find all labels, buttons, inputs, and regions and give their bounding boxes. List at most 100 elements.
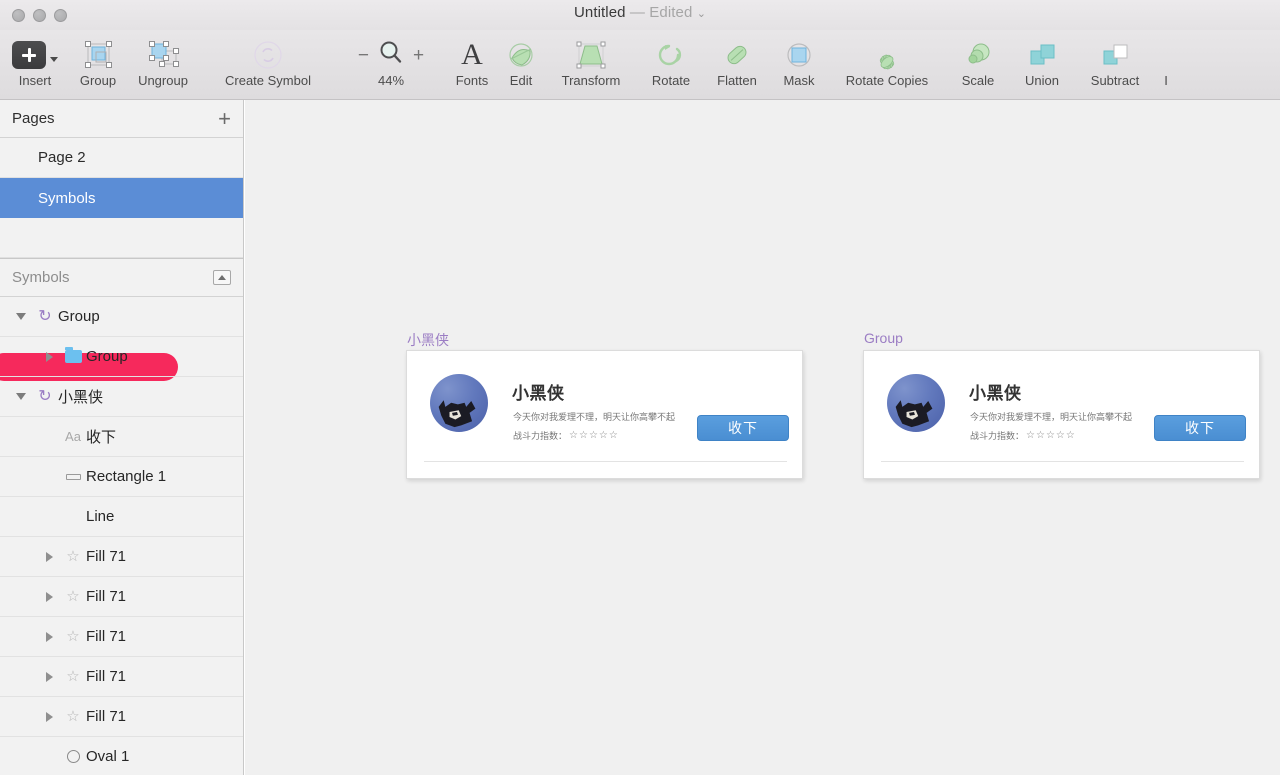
page-label: Symbols bbox=[38, 189, 96, 207]
disclosure-triangle-down-icon[interactable] bbox=[10, 393, 32, 400]
document-name: Untitled bbox=[573, 4, 626, 21]
rating-label: 战斗力指数： bbox=[513, 431, 568, 441]
layer-row[interactable]: ↻ Group bbox=[0, 297, 243, 337]
disclosure-triangle-right-icon[interactable] bbox=[38, 591, 60, 602]
toolbar-label: Group bbox=[79, 73, 117, 88]
zoom-controls[interactable]: − + bbox=[358, 36, 424, 74]
layer-row[interactable]: ☆ Fill 71 bbox=[0, 577, 243, 617]
flatten-icon bbox=[722, 36, 752, 74]
symbol-card[interactable]: 小黑侠 今天你对我爱理不理，明天让你高攀不起 战斗力指数： ☆☆☆☆☆ 收下 bbox=[863, 350, 1260, 479]
canvas-area[interactable]: 小黑侠 小黑侠 今天你对我爱理不理，明天让你高攀不起 战斗力指数： ☆☆☆☆☆ … bbox=[245, 100, 1280, 775]
export-icon[interactable] bbox=[213, 270, 231, 285]
layer-label: Group bbox=[58, 308, 100, 325]
edit-icon bbox=[506, 36, 536, 74]
layer-row[interactable]: ☆ Fill 71 bbox=[0, 617, 243, 657]
toolbar-item-zoom[interactable]: − + 44% bbox=[336, 30, 446, 88]
ungroup-icon bbox=[144, 36, 182, 74]
page-list-item[interactable]: Page 2 bbox=[0, 138, 243, 178]
disclosure-triangle-right-icon[interactable] bbox=[38, 711, 60, 722]
rectangle-icon bbox=[60, 473, 86, 480]
chevron-down-icon[interactable]: ⌄ bbox=[697, 8, 706, 20]
symbol-card[interactable]: 小黑侠 今天你对我爱理不理，明天让你高攀不起 战斗力指数： ☆☆☆☆☆ 收下 bbox=[406, 350, 803, 479]
star-icon: ☆ bbox=[66, 548, 80, 565]
layer-row[interactable]: ☆ Fill 71 bbox=[0, 537, 243, 577]
zoom-out-button[interactable]: − bbox=[358, 46, 369, 65]
layer-label: Fill 71 bbox=[86, 628, 127, 645]
toolbar-item-scale[interactable]: Scale bbox=[947, 30, 1009, 88]
pages-list: Page 2 Symbols bbox=[0, 138, 243, 381]
left-sidebar: Pages + Page 2 Symbols Symbols ↻ Group G… bbox=[0, 100, 244, 775]
document-title: Untitled — Edited ⌄ bbox=[0, 4, 1280, 21]
card-description: 今天你对我爱理不理，明天让你高攀不起 bbox=[970, 412, 1133, 422]
disclosure-triangle-right-icon[interactable] bbox=[38, 631, 60, 642]
toolbar-item-ungroup[interactable]: Ungroup bbox=[126, 30, 200, 88]
toolbar-item-flatten[interactable]: Flatten bbox=[704, 30, 770, 88]
layer-row[interactable]: ☆ Fill 71 bbox=[0, 657, 243, 697]
get-button[interactable]: 收下 bbox=[1154, 415, 1246, 441]
layer-label: Oval 1 bbox=[86, 748, 130, 765]
pages-panel-title: Pages bbox=[12, 110, 55, 127]
zoom-magnifier-icon bbox=[377, 39, 405, 72]
toolbar-item-transform[interactable]: Transform bbox=[544, 30, 638, 88]
union-icon bbox=[1026, 36, 1058, 74]
card-divider bbox=[881, 461, 1244, 462]
toolbar-label: Scale bbox=[961, 73, 995, 88]
layer-row[interactable]: ↻ 小黑侠 bbox=[0, 377, 243, 417]
layer-label: 收下 bbox=[86, 429, 117, 446]
toolbar-item-intersect[interactable]: I bbox=[1156, 30, 1176, 88]
layer-row[interactable]: Line bbox=[0, 497, 243, 537]
layer-row[interactable]: Rectangle 1 bbox=[0, 457, 243, 497]
oval-icon bbox=[60, 750, 86, 763]
disclosure-triangle-right-icon[interactable] bbox=[38, 671, 60, 682]
rotate-copies-icon bbox=[870, 36, 904, 74]
layer-row[interactable]: Oval 1 bbox=[0, 737, 243, 775]
toolbar-label: Union bbox=[1025, 73, 1059, 88]
toolbar-item-insert[interactable]: Insert bbox=[0, 30, 70, 88]
card-description: 今天你对我爱理不理，明天让你高攀不起 bbox=[513, 412, 676, 422]
layer-label: Fill 71 bbox=[86, 708, 127, 725]
card-rating: 战斗力指数： ☆☆☆☆☆ bbox=[970, 429, 1076, 442]
toolbar-item-edit[interactable]: Edit bbox=[498, 30, 544, 88]
toolbar-item-create-symbol[interactable]: Create Symbol bbox=[200, 30, 336, 88]
toolbar-item-mask[interactable]: Mask bbox=[771, 30, 827, 88]
layer-list: ↻ Group Group ↻ 小黑侠 Aa 收下 Rectangle 1 Li… bbox=[0, 297, 243, 775]
toolbar-item-rotate[interactable]: Rotate bbox=[638, 30, 704, 88]
toolbar-label: Ungroup bbox=[138, 73, 188, 88]
layer-label: Fill 71 bbox=[86, 548, 127, 565]
symbols-panel-header: Symbols bbox=[0, 259, 243, 297]
chevron-down-icon[interactable] bbox=[50, 56, 58, 62]
artboard-label[interactable]: Group bbox=[864, 330, 903, 346]
toolbar-item-subtract[interactable]: Subtract bbox=[1074, 30, 1156, 88]
artboard-label[interactable]: 小黑侠 bbox=[407, 330, 449, 350]
create-symbol-icon bbox=[253, 36, 283, 74]
layer-label: Line bbox=[86, 508, 115, 525]
zoom-level-label: 44% bbox=[377, 73, 405, 88]
insert-plus-icon bbox=[12, 36, 58, 74]
zoom-in-button[interactable]: + bbox=[413, 46, 424, 65]
page-list-item-redacted[interactable] bbox=[0, 218, 243, 258]
scale-icon bbox=[962, 36, 994, 74]
disclosure-triangle-down-icon[interactable] bbox=[10, 313, 32, 320]
toolbar-label: Rotate bbox=[651, 73, 691, 88]
title-dash: — bbox=[629, 4, 646, 21]
toolbar-item-union[interactable]: Union bbox=[1010, 30, 1074, 88]
toolbar-label: Transform bbox=[561, 73, 621, 88]
text-icon: Aa bbox=[65, 429, 81, 444]
disclosure-triangle-right-icon[interactable] bbox=[38, 551, 60, 562]
toolbar-item-rotate-copies[interactable]: Rotate Copies bbox=[827, 30, 947, 88]
disclosure-triangle-right-icon[interactable] bbox=[38, 351, 60, 362]
rating-label: 战斗力指数： bbox=[970, 431, 1025, 441]
get-button[interactable]: 收下 bbox=[697, 415, 789, 441]
layer-label: 小黑侠 bbox=[58, 389, 104, 406]
subtract-icon bbox=[1099, 36, 1131, 74]
add-page-button[interactable]: + bbox=[218, 107, 231, 130]
star-icon: ☆ bbox=[66, 628, 80, 645]
layer-row[interactable]: ☆ Fill 71 bbox=[0, 697, 243, 737]
layer-row[interactable]: Aa 收下 bbox=[0, 417, 243, 457]
layer-row[interactable]: Group bbox=[0, 337, 243, 377]
toolbar-item-fonts[interactable]: A Fonts bbox=[446, 30, 498, 88]
toolbar-item-group[interactable]: Group bbox=[70, 30, 126, 88]
page-list-item-selected[interactable]: Symbols bbox=[0, 178, 243, 218]
pages-panel-header: Pages + bbox=[0, 100, 243, 138]
toolbar-label: Insert bbox=[18, 73, 52, 88]
